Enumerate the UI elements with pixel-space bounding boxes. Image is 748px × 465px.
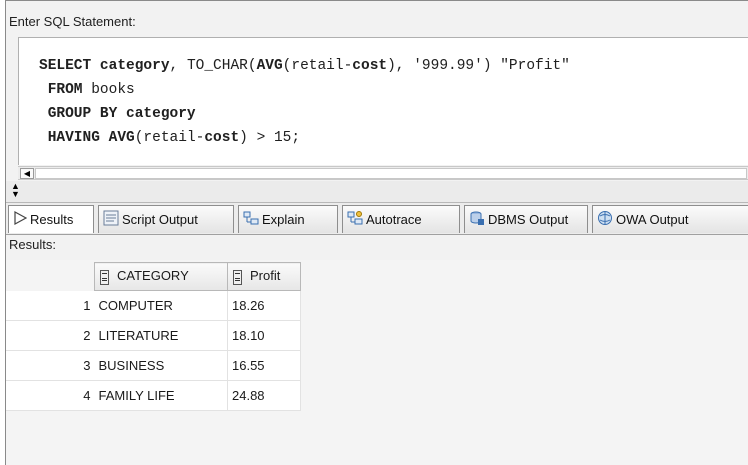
results-label: Results:: [9, 237, 56, 252]
tab-label: Explain: [262, 212, 305, 227]
function-avg: AVG: [256, 58, 283, 74]
sql-text: , TO_CHAR(: [169, 58, 257, 74]
row-number: 3: [6, 350, 95, 381]
sql-text: ) > 15;: [239, 130, 301, 146]
sql-editor[interactable]: SELECT category, TO_CHAR(AVG(retail-cost…: [18, 37, 748, 165]
sql-text: ), '999.99') "Profit": [387, 58, 570, 74]
tab-autotrace[interactable]: Autotrace: [342, 205, 460, 233]
tab-owa-output[interactable]: OWA Output: [592, 205, 748, 233]
cell-profit[interactable]: 16.55: [227, 350, 301, 381]
keyword-from: FROM: [39, 82, 92, 98]
cell-profit[interactable]: 18.10: [227, 320, 301, 351]
results-table: CATEGORY Profit 1 COMPUTER 18.26 2 LITER…: [6, 262, 301, 411]
results-grid-area: CATEGORY Profit 1 COMPUTER 18.26 2 LITER…: [6, 260, 748, 465]
cell-profit[interactable]: 18.26: [227, 290, 301, 321]
column-header-profit[interactable]: Profit: [227, 262, 301, 291]
script-icon: [103, 210, 119, 229]
sql-line-1[interactable]: SELECT category, TO_CHAR(AVG(retail-cost…: [39, 54, 570, 78]
scrollbar-thumb[interactable]: [35, 168, 747, 179]
sql-text: (retail-: [282, 58, 353, 74]
sort-icon[interactable]: [233, 269, 242, 285]
table-row[interactable]: 2 LITERATURE 18.10: [6, 320, 301, 351]
row-number: 2: [6, 320, 95, 351]
column-category: category: [99, 58, 170, 74]
keyword-select: SELECT: [39, 58, 100, 74]
row-number: 4: [6, 380, 95, 411]
panel-splitter[interactable]: ▲ ▼: [6, 181, 748, 203]
explain-icon: [243, 210, 259, 229]
table-books: books: [91, 82, 135, 98]
sql-line-4[interactable]: HAVING AVG(retail-cost) > 15;: [39, 126, 570, 150]
sql-statement-label: Enter SQL Statement:: [9, 14, 136, 29]
autotrace-icon: [347, 210, 363, 229]
cell-category[interactable]: BUSINESS: [94, 350, 228, 381]
table-row[interactable]: 3 BUSINESS 16.55: [6, 350, 301, 381]
keyword-having: HAVING: [39, 130, 109, 146]
cell-category[interactable]: FAMILY LIFE: [94, 380, 228, 411]
column-cost: cost: [352, 58, 388, 74]
owa-icon: [597, 210, 613, 229]
column-cost: cost: [204, 130, 240, 146]
column-category: category: [126, 106, 196, 122]
tab-script-output[interactable]: Script Output: [98, 205, 234, 233]
sql-line-2[interactable]: FROM books: [39, 78, 570, 102]
row-number: 1: [6, 290, 95, 321]
tab-label: DBMS Output: [488, 212, 569, 227]
scroll-left-arrow-icon[interactable]: ◀: [20, 168, 34, 179]
tab-label: Results: [30, 212, 74, 227]
table-row[interactable]: 4 FAMILY LIFE 24.88: [6, 380, 301, 411]
tab-explain[interactable]: Explain: [238, 205, 338, 233]
output-tabs: Results Script Output Explain Autotrace …: [6, 203, 748, 235]
tab-results[interactable]: Results: [8, 205, 94, 233]
dbms-icon: [469, 210, 485, 229]
editor-horizontal-scrollbar[interactable]: ◀: [18, 166, 748, 180]
play-icon: [13, 210, 28, 228]
tab-label: Autotrace: [366, 212, 422, 227]
tab-label: OWA Output: [616, 212, 689, 227]
function-avg: AVG: [108, 130, 135, 146]
tab-dbms-output[interactable]: DBMS Output: [464, 205, 588, 233]
keyword-group-by: GROUP BY: [39, 106, 127, 122]
cell-profit[interactable]: 24.88: [227, 380, 301, 411]
sql-text: (retail-: [134, 130, 205, 146]
table-row[interactable]: 1 COMPUTER 18.26: [6, 290, 301, 321]
row-number-header: [6, 262, 95, 291]
cell-category[interactable]: COMPUTER: [94, 290, 228, 321]
cell-category[interactable]: LITERATURE: [94, 320, 228, 351]
splitter-arrows-icon[interactable]: ▲ ▼: [11, 182, 20, 199]
sort-icon[interactable]: [100, 269, 109, 285]
tab-label: Script Output: [122, 212, 198, 227]
column-header-category[interactable]: CATEGORY: [94, 262, 228, 291]
sql-line-3[interactable]: GROUP BY category: [39, 102, 570, 126]
